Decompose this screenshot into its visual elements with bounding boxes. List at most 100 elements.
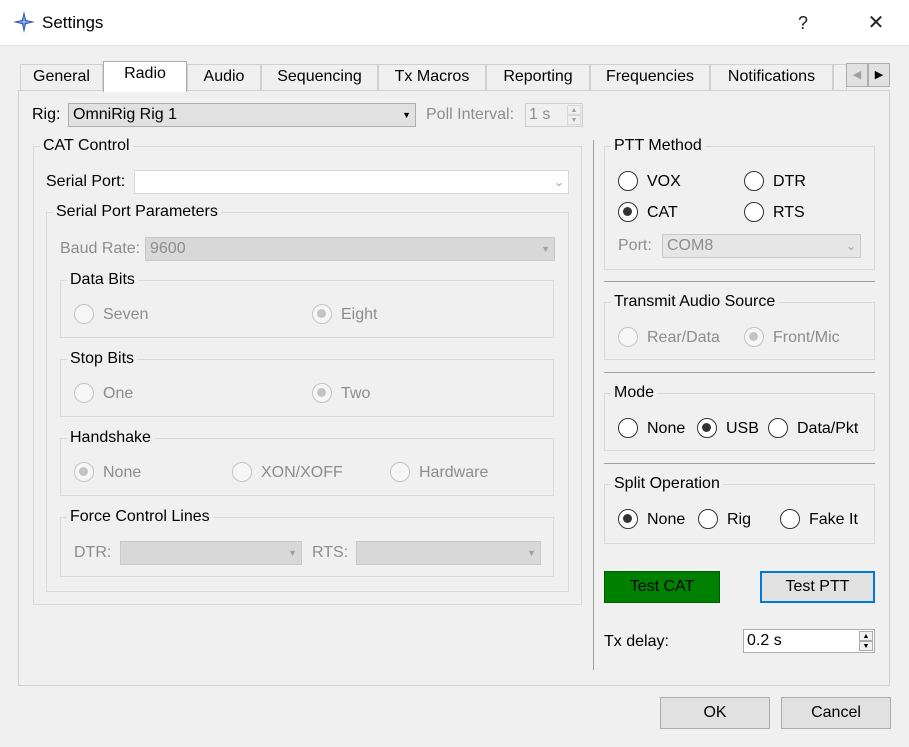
force-control-title: Force Control Lines bbox=[67, 507, 213, 527]
tab-tx-macros[interactable]: Tx Macros bbox=[378, 64, 486, 90]
tx-delay-spinner[interactable]: 0.2 s ▲ ▼ bbox=[743, 629, 875, 653]
ptt-dtr-radio[interactable] bbox=[744, 171, 764, 191]
title-bar: Settings ? ✕ bbox=[0, 0, 909, 46]
rig-combo[interactable]: OmniRig Rig 1 ▼ bbox=[68, 103, 416, 127]
stop-bits-title: Stop Bits bbox=[67, 349, 138, 369]
close-button[interactable]: ✕ bbox=[856, 4, 896, 42]
stop-bits-group: Stop Bits bbox=[60, 349, 554, 417]
tab-reporting[interactable]: Reporting bbox=[486, 64, 590, 90]
data-bits-eight-radio[interactable] bbox=[312, 304, 332, 324]
mode-usb-label: USB bbox=[726, 420, 759, 437]
ptt-port-combo[interactable]: COM8 ⌄ bbox=[662, 234, 861, 258]
baud-rate-label: Baud Rate: bbox=[60, 240, 141, 257]
audio-source-title: Transmit Audio Source bbox=[611, 292, 779, 312]
tab-frequencies[interactable]: Frequencies bbox=[590, 64, 710, 90]
ptt-method-title: PTT Method bbox=[611, 136, 705, 156]
split-operation-title: Split Operation bbox=[611, 474, 723, 494]
chevron-down-icon: ▼ bbox=[288, 548, 297, 558]
tab-scroll-right-icon[interactable]: ▶ bbox=[868, 63, 890, 87]
spin-down-icon[interactable]: ▼ bbox=[859, 641, 873, 651]
audio-rear-radio[interactable] bbox=[618, 327, 638, 347]
separator bbox=[604, 281, 875, 282]
rts-label: RTS: bbox=[312, 544, 349, 561]
handshake-none-radio[interactable] bbox=[74, 462, 94, 482]
ptt-vox-label: VOX bbox=[647, 173, 681, 190]
tab-radio[interactable]: Radio bbox=[103, 61, 187, 92]
handshake-xon-radio[interactable] bbox=[232, 462, 252, 482]
poll-interval-label: Poll Interval: bbox=[426, 106, 515, 123]
app-compass-icon bbox=[13, 11, 35, 33]
split-fake-label: Fake It bbox=[809, 511, 858, 528]
split-rig-radio[interactable] bbox=[698, 509, 718, 529]
ptt-cat-radio[interactable] bbox=[618, 202, 638, 222]
tab-scroll-left-icon[interactable]: ◀ bbox=[846, 63, 868, 87]
ptt-vox-radio[interactable] bbox=[618, 171, 638, 191]
split-rig-label: Rig bbox=[727, 511, 752, 528]
spin-up-icon[interactable]: ▲ bbox=[567, 105, 581, 115]
ptt-dtr-label: DTR bbox=[773, 173, 806, 190]
test-ptt-button[interactable]: Test PTT bbox=[760, 571, 875, 603]
serial-params-title: Serial Port Parameters bbox=[53, 202, 221, 222]
chevron-down-icon: ▼ bbox=[402, 110, 411, 120]
baud-rate-combo[interactable]: 9600 ▼ bbox=[145, 237, 555, 261]
mode-none-radio[interactable] bbox=[618, 418, 638, 438]
chevron-down-icon: ⌄ bbox=[553, 175, 564, 189]
tab-audio[interactable]: Audio bbox=[187, 64, 261, 90]
ptt-rts-radio[interactable] bbox=[744, 202, 764, 222]
data-bits-seven-radio[interactable] bbox=[74, 304, 94, 324]
rts-combo[interactable]: ▼ bbox=[356, 541, 541, 565]
mode-title: Mode bbox=[611, 383, 658, 403]
split-none-label: None bbox=[647, 511, 686, 528]
mode-data-label: Data/Pkt bbox=[797, 420, 859, 437]
rig-value: OmniRig Rig 1 bbox=[73, 106, 178, 123]
mode-usb-radio[interactable] bbox=[697, 418, 717, 438]
dtr-label: DTR: bbox=[74, 544, 112, 561]
audio-rear-label: Rear/Data bbox=[647, 329, 720, 346]
split-none-radio[interactable] bbox=[618, 509, 638, 529]
stop-bits-one-radio[interactable] bbox=[74, 383, 94, 403]
dtr-combo[interactable]: ▼ bbox=[120, 541, 302, 565]
column-separator bbox=[593, 140, 594, 670]
test-cat-button[interactable]: Test CAT bbox=[604, 571, 720, 603]
audio-front-label: Front/Mic bbox=[773, 329, 840, 346]
tab-sequencing[interactable]: Sequencing bbox=[261, 64, 378, 90]
separator bbox=[604, 463, 875, 464]
help-button[interactable]: ? bbox=[786, 4, 820, 42]
chevron-down-icon: ▼ bbox=[527, 548, 536, 558]
spin-down-icon[interactable]: ▼ bbox=[567, 115, 581, 125]
tab-overflow[interactable] bbox=[833, 64, 847, 90]
data-bits-title: Data Bits bbox=[67, 270, 138, 290]
cancel-button[interactable]: Cancel bbox=[781, 697, 891, 729]
ptt-port-label: Port: bbox=[618, 237, 652, 254]
tab-general[interactable]: General bbox=[20, 64, 103, 90]
stop-bits-two-radio[interactable] bbox=[312, 383, 332, 403]
ok-button[interactable]: OK bbox=[660, 697, 770, 729]
mode-data-radio[interactable] bbox=[768, 418, 788, 438]
handshake-title: Handshake bbox=[67, 428, 154, 448]
handshake-xon-label: XON/XOFF bbox=[261, 464, 343, 481]
chevron-down-icon: ⌄ bbox=[845, 239, 856, 253]
poll-interval-value: 1 s bbox=[529, 106, 551, 123]
ptt-port-value: COM8 bbox=[667, 237, 714, 254]
window-title: Settings bbox=[42, 13, 104, 32]
separator bbox=[604, 372, 875, 373]
tx-delay-value: 0.2 s bbox=[747, 632, 782, 649]
data-bits-seven-label: Seven bbox=[103, 306, 149, 323]
poll-interval-spinner[interactable]: 1 s ▲ ▼ bbox=[525, 103, 583, 127]
handshake-hardware-radio[interactable] bbox=[390, 462, 410, 482]
audio-front-radio[interactable] bbox=[744, 327, 764, 347]
handshake-hardware-label: Hardware bbox=[419, 464, 489, 481]
chevron-down-icon: ▼ bbox=[541, 244, 550, 254]
ptt-rts-label: RTS bbox=[773, 204, 805, 221]
serial-port-combo[interactable]: ⌄ bbox=[134, 170, 569, 194]
data-bits-eight-label: Eight bbox=[341, 306, 378, 323]
mode-none-label: None bbox=[647, 420, 686, 437]
rig-label: Rig: bbox=[32, 106, 61, 123]
spin-up-icon[interactable]: ▲ bbox=[859, 631, 873, 641]
ptt-cat-label: CAT bbox=[647, 204, 678, 221]
serial-port-label: Serial Port: bbox=[46, 173, 126, 190]
handshake-none-label: None bbox=[103, 464, 142, 481]
split-fake-radio[interactable] bbox=[780, 509, 800, 529]
stop-bits-two-label: Two bbox=[341, 385, 371, 402]
tab-notifications[interactable]: Notifications bbox=[710, 64, 833, 90]
